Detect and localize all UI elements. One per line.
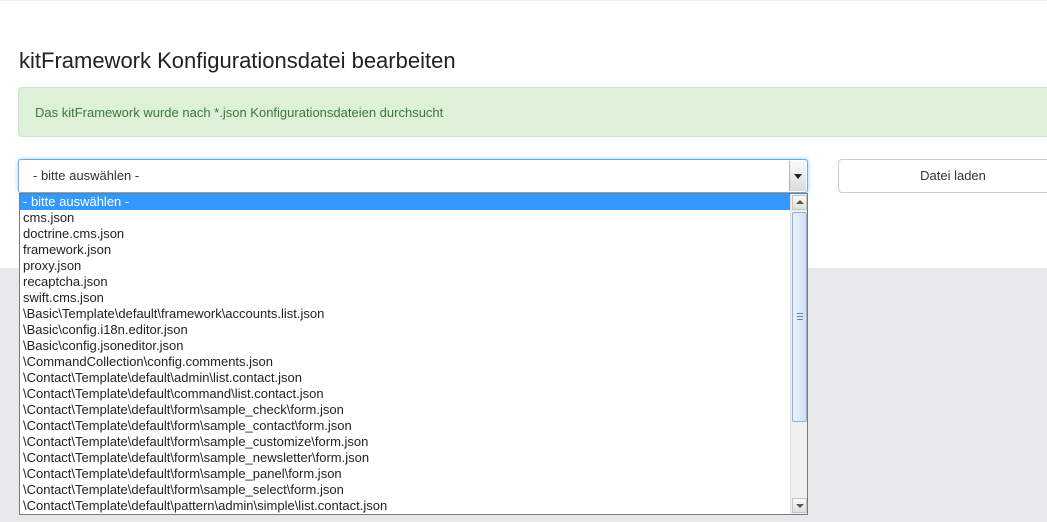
select-option[interactable]: - bitte auswählen -	[20, 194, 790, 210]
select-option[interactable]: framework.json	[20, 242, 790, 258]
select-option[interactable]: \Contact\Template\default\form\sample_pa…	[20, 466, 790, 482]
config-file-select[interactable]: - bitte auswählen -	[18, 159, 808, 193]
select-option[interactable]: \Contact\Template\default\command\list.c…	[20, 386, 790, 402]
select-option[interactable]: \CommandCollection\config.comments.json	[20, 354, 790, 370]
chevron-down-icon[interactable]	[789, 161, 806, 191]
select-option[interactable]: \Contact\Template\default\form\sample_cu…	[20, 434, 790, 450]
load-file-button[interactable]: Datei laden	[838, 159, 1047, 193]
success-alert: Das kitFramework wurde nach *.json Konfi…	[18, 87, 1047, 137]
select-option[interactable]: recaptcha.json	[20, 274, 790, 290]
select-option[interactable]: \Basic\Template\default\framework\accoun…	[20, 306, 790, 322]
select-option[interactable]: \Contact\Template\default\form\sample_co…	[20, 418, 790, 434]
option-list: - bitte auswählen - cms.json doctrine.cms.…	[20, 194, 790, 514]
select-option[interactable]: \Contact\Template\default\admin\list.con…	[20, 370, 790, 386]
select-option[interactable]: \Basic\config.i18n.editor.json	[20, 322, 790, 338]
select-option[interactable]: \Contact\Template\default\pattern\admin\…	[20, 498, 790, 514]
select-option[interactable]: cms.json	[20, 210, 790, 226]
page: kitFramework Konfigurationsdatei bearbei…	[0, 0, 1047, 522]
page-title: kitFramework Konfigurationsdatei bearbei…	[19, 48, 456, 73]
select-option[interactable]: \Contact\Template\default\form\sample_se…	[20, 482, 790, 498]
arrow-down-icon[interactable]	[792, 498, 807, 513]
select-option[interactable]: doctrine.cms.json	[20, 226, 790, 242]
top-divider	[0, 0, 1047, 1]
select-dropdown-list[interactable]: - bitte auswählen - cms.json doctrine.cms.…	[19, 193, 808, 515]
select-option[interactable]: \Contact\Template\default\form\sample_ne…	[20, 450, 790, 466]
select-current-value: - bitte auswählen -	[33, 168, 140, 183]
select-option[interactable]: swift.cms.json	[20, 290, 790, 306]
grip-icon	[797, 313, 803, 320]
select-option[interactable]: \Contact\Template\default\form\sample_ch…	[20, 402, 790, 418]
arrow-up-icon[interactable]	[792, 195, 807, 210]
scrollbar-thumb[interactable]	[792, 212, 807, 422]
dropdown-scrollbar[interactable]	[790, 194, 807, 514]
select-option[interactable]: proxy.json	[20, 258, 790, 274]
select-option[interactable]: \Basic\config.jsoneditor.json	[20, 338, 790, 354]
